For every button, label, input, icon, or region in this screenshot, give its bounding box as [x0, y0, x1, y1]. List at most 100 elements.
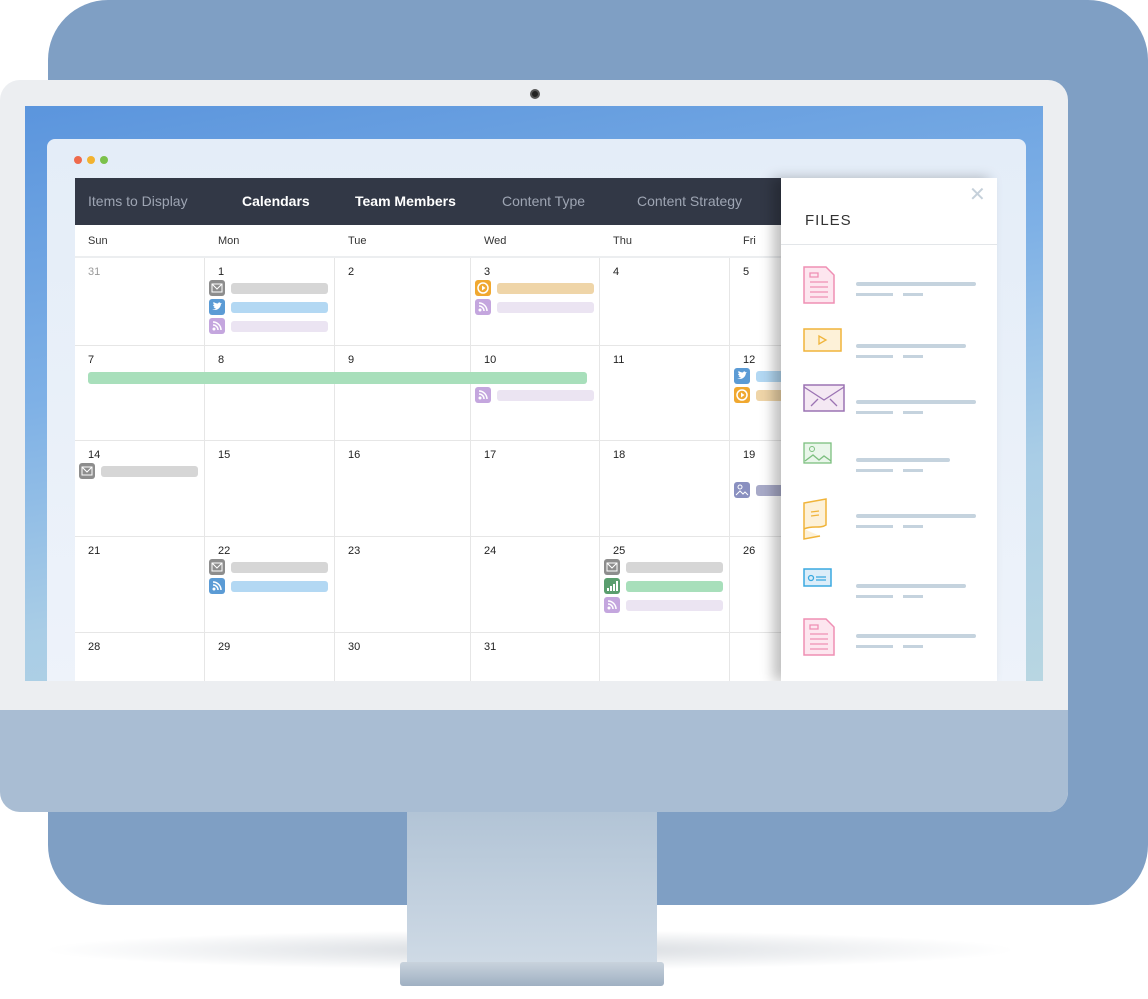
monitor: Items to Display Calendars Team Members Con…	[0, 80, 1068, 812]
calendar-day-cell[interactable]: 31	[75, 258, 205, 346]
event-bar	[626, 600, 723, 611]
calendar-event[interactable]	[209, 318, 328, 334]
day-number: 7	[88, 354, 95, 366]
day-number: 4	[613, 266, 620, 278]
calendar-day-cell[interactable]: 21	[75, 537, 205, 633]
calendar-event[interactable]	[734, 368, 781, 384]
file-meta-placeholder	[856, 525, 893, 528]
file-meta-placeholder	[903, 293, 923, 296]
calendar-day-cell[interactable]: 22	[205, 537, 335, 633]
calendar-day-cell[interactable]: 8	[205, 346, 335, 441]
nav-tab[interactable]: Content Strategy	[637, 178, 742, 225]
calendar-event[interactable]	[604, 597, 723, 613]
calendar-day-cell[interactable]: 14	[75, 441, 205, 537]
calendar-day-cell[interactable]: 26	[730, 537, 781, 633]
twitter-icon	[209, 299, 225, 315]
calendar-day-cell[interactable]: 25	[600, 537, 730, 633]
day-number: 31	[484, 641, 497, 653]
day-number: 25	[613, 545, 626, 557]
calendar-day-cell[interactable]: 29	[205, 633, 335, 681]
calendar-day-cell[interactable]: 23	[335, 537, 471, 633]
day-number: 24	[484, 545, 497, 557]
calendar-event[interactable]	[209, 280, 328, 296]
day-number: 18	[613, 449, 626, 461]
calendar-day-cell[interactable]: 30	[335, 633, 471, 681]
email-icon	[209, 559, 225, 575]
calendar-event[interactable]	[475, 299, 594, 315]
file-name-placeholder	[856, 344, 966, 348]
file-name-placeholder	[856, 584, 966, 588]
day-number: 10	[484, 354, 497, 366]
calendar-event[interactable]	[734, 482, 781, 498]
file-item[interactable]	[781, 328, 997, 378]
window-control-dot[interactable]	[87, 156, 95, 164]
file-meta-placeholder	[856, 355, 893, 358]
file-item[interactable]	[781, 266, 997, 316]
file-name-placeholder	[856, 282, 976, 286]
calendar-day-cell[interactable]: 18	[600, 441, 730, 537]
calendar-day-cell[interactable]: 3	[471, 258, 600, 346]
calendar-event[interactable]	[604, 559, 723, 575]
calendar-day-cell[interactable]: 2	[335, 258, 471, 346]
calendar-day-cell[interactable]: 11	[600, 346, 730, 441]
day-number: 29	[218, 641, 231, 653]
calendar-day-cell[interactable]: 31	[471, 633, 600, 681]
calendar-day-cell[interactable]: 9	[335, 346, 471, 441]
calendar-day-cell[interactable]: 7	[75, 346, 205, 441]
calendar-day-cell[interactable]	[730, 633, 781, 681]
file-name-placeholder	[856, 458, 950, 462]
calendar-event[interactable]	[79, 463, 198, 479]
calendar-day-cell[interactable]: 12	[730, 346, 781, 441]
file-meta-placeholder	[856, 411, 893, 414]
calendar-event[interactable]	[209, 578, 328, 594]
calendar-event[interactable]	[475, 280, 594, 296]
calendar-day-cell[interactable]: 24	[471, 537, 600, 633]
calendar: Items to Display Calendars Team Members Con…	[75, 178, 781, 681]
window-control-dot[interactable]	[74, 156, 82, 164]
image-icon	[734, 482, 750, 498]
calendar-event[interactable]	[475, 387, 594, 403]
day-number: 30	[348, 641, 361, 653]
calendar-event[interactable]	[734, 387, 781, 403]
calendar-day-cell[interactable]: 10	[471, 346, 600, 441]
rss-icon	[475, 299, 491, 315]
file-item[interactable]	[781, 442, 997, 492]
play-icon	[475, 280, 491, 296]
file-item[interactable]	[781, 618, 997, 668]
nav-tab[interactable]: Content Type	[502, 178, 585, 225]
monitor-stand	[407, 812, 657, 972]
day-number: 16	[348, 449, 361, 461]
nav-tab[interactable]: Calendars	[242, 178, 310, 225]
twitter-icon	[734, 368, 750, 384]
event-bar	[231, 283, 328, 294]
camera-icon	[530, 89, 540, 99]
close-icon[interactable]: ✕	[969, 182, 986, 207]
multi-day-event[interactable]	[88, 372, 587, 384]
day-number: 2	[348, 266, 355, 278]
file-name-placeholder	[856, 514, 976, 518]
nav-tab[interactable]: Team Members	[355, 178, 456, 225]
calendar-event[interactable]	[604, 578, 723, 594]
event-bar	[756, 371, 781, 382]
file-item[interactable]	[781, 568, 997, 618]
day-number: 22	[218, 545, 231, 557]
calendar-day-cell[interactable]: 5	[730, 258, 781, 346]
window-control-dot[interactable]	[100, 156, 108, 164]
calendar-day-cell[interactable]	[600, 633, 730, 681]
file-item[interactable]	[781, 498, 997, 548]
divider	[781, 244, 997, 245]
calendar-day-cell[interactable]: 17	[471, 441, 600, 537]
calendar-day-cell[interactable]: 19	[730, 441, 781, 537]
file-item[interactable]	[781, 384, 997, 434]
calendar-day-cell[interactable]: 4	[600, 258, 730, 346]
calendar-event[interactable]	[209, 559, 328, 575]
calendar-event[interactable]	[209, 299, 328, 315]
calendar-day-cell[interactable]: 16	[335, 441, 471, 537]
calendar-day-cell[interactable]: 28	[75, 633, 205, 681]
nav-tab[interactable]: Items to Display	[88, 178, 188, 225]
monitor-foot	[400, 962, 664, 986]
event-bar	[756, 390, 781, 401]
calendar-day-cell[interactable]: 1	[205, 258, 335, 346]
file-meta-placeholder	[903, 411, 923, 414]
calendar-day-cell[interactable]: 15	[205, 441, 335, 537]
